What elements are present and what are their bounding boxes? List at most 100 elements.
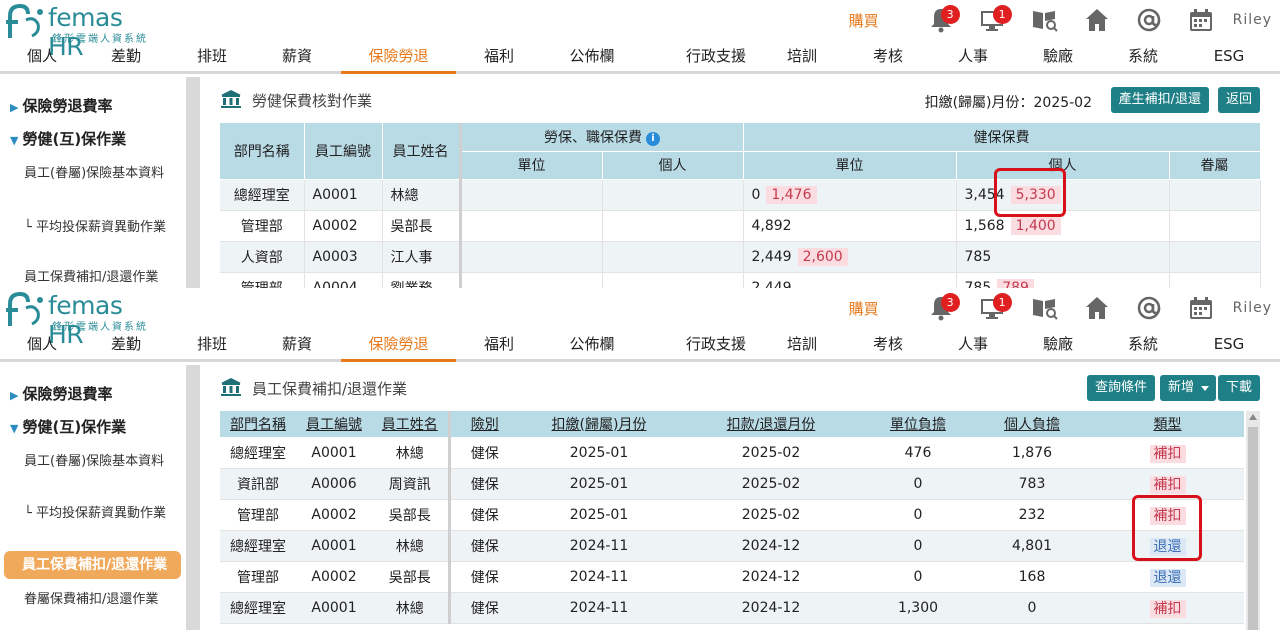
table-row[interactable]: 管理部 A0002 吳部長 4,892 1,568 1,400	[220, 210, 1261, 242]
health-unit-value: 0	[751, 186, 761, 203]
nav-benefits[interactable]: 福利	[456, 328, 542, 362]
table-row[interactable]: 管理部 A0002 吳部長 健保 2025-01 2025-02 0 232 補…	[220, 499, 1244, 531]
col-pay-month[interactable]: 扣款/退還月份	[679, 411, 863, 438]
query-conditions-button[interactable]: 查詢條件	[1086, 375, 1155, 401]
col-ins-type[interactable]: 險別	[449, 411, 519, 438]
sidebar-item-salary-change[interactable]: └ 平均投保薪資異動作業	[24, 503, 174, 524]
sidebar-item-family-adjust[interactable]: 眷屬保費補扣/退還作業	[24, 589, 174, 610]
nav-esg[interactable]: ESG	[1186, 40, 1272, 74]
cell-pay-month: 2024-12	[679, 530, 863, 562]
buy-link[interactable]: 購買	[849, 10, 879, 31]
sidebar-item-group[interactable]: ▼ 勞健(互)保作業	[10, 128, 126, 149]
nav-personnel[interactable]: 人事	[930, 328, 1016, 362]
contact-button[interactable]	[1129, 291, 1169, 325]
knowledge-search-button[interactable]	[1025, 291, 1065, 325]
nav-attendance[interactable]: 差勤	[84, 40, 168, 74]
nav-factory-audit[interactable]: 驗廠	[1015, 40, 1101, 74]
contact-button[interactable]	[1129, 3, 1169, 37]
home-button[interactable]	[1077, 3, 1117, 37]
scroll-up-icon[interactable]	[1249, 414, 1257, 420]
user-name[interactable]: Riley	[1233, 300, 1272, 316]
sidebar-item-group[interactable]: ▼ 勞健(互)保作業	[10, 416, 126, 437]
health-unit-diff: 1,476	[766, 185, 817, 204]
buy-link[interactable]: 購買	[849, 298, 879, 319]
nav-admin-support[interactable]: 行政支援	[656, 40, 776, 74]
table-row[interactable]: 總經理室 A0001 林總 健保 2024-11 2024-12 1,300 0…	[220, 592, 1244, 624]
table-row[interactable]: 總經理室 A0001 林總 健保 2024-11 2024-12 0 4,801…	[220, 530, 1244, 562]
nav-training[interactable]: 培訓	[760, 40, 844, 74]
nav-benefits[interactable]: 福利	[456, 40, 542, 74]
notifications-button[interactable]: 3	[921, 291, 961, 325]
sidebar-item-rate[interactable]: ▶ 保險勞退費率	[10, 383, 112, 404]
add-button[interactable]: 新增	[1159, 375, 1216, 401]
sidebar-scrollbar[interactable]	[186, 77, 200, 288]
nav-bulletin[interactable]: 公佈欄	[542, 328, 642, 362]
table-row[interactable]: 管理部 A0002 吳部長 健保 2024-11 2024-12 0 168 退…	[220, 561, 1244, 593]
sidebar-item-basic[interactable]: 員工(眷屬)保險基本資料	[24, 451, 174, 472]
table-row[interactable]: 管理部 A0004 劉業務 2,449 785 789	[220, 272, 1261, 288]
col-labor-group: 勞保、職保保費 i	[460, 123, 744, 152]
nav-personnel[interactable]: 人事	[930, 40, 1016, 74]
cell-dept: 總經理室	[220, 179, 305, 211]
nav-personal[interactable]: 個人	[0, 40, 84, 74]
messages-button[interactable]: 1	[973, 291, 1013, 325]
logo[interactable]: femas HR 鋒形雲端人資系統	[4, 290, 154, 349]
table-row[interactable]: 總經理室 A0001 林總 0 1,476 3,454 5,330	[220, 179, 1261, 211]
nav-personal[interactable]: 個人	[0, 328, 84, 362]
cell-health-unit: 2,449	[743, 272, 957, 288]
user-name[interactable]: Riley	[1233, 12, 1272, 28]
cell-emp-name: 江人事	[382, 241, 462, 273]
cell-labor-unit	[460, 210, 603, 242]
logo[interactable]: femas HR 鋒形雲端人資系統	[4, 2, 154, 61]
nav-system[interactable]: 系統	[1100, 328, 1186, 362]
col-emp-name[interactable]: 員工姓名	[372, 411, 451, 438]
knowledge-search-button[interactable]	[1025, 3, 1065, 37]
nav-factory-audit[interactable]: 驗廠	[1015, 328, 1101, 362]
home-button[interactable]	[1077, 291, 1117, 325]
back-button[interactable]: 返回	[1217, 87, 1260, 113]
col-deduct-month[interactable]: 扣繳(歸屬)月份	[519, 411, 679, 438]
cell-emp-no: A0001	[304, 179, 383, 211]
generate-adjust-button[interactable]: 產生補扣/退還	[1110, 87, 1209, 113]
table-scrollbar[interactable]	[1246, 411, 1260, 630]
header-tools: 購買 3 1 Riley	[849, 288, 1272, 328]
table-row[interactable]: 資訊部 A0006 周資訊 健保 2025-01 2025-02 0 783 補…	[220, 468, 1244, 500]
calendar-button[interactable]	[1181, 291, 1221, 325]
nav-appraisal[interactable]: 考核	[845, 328, 931, 362]
sidebar-item-salary-change[interactable]: └ 平均投保薪資異動作業	[24, 217, 174, 238]
nav-bulletin[interactable]: 公佈欄	[542, 40, 642, 74]
messages-button[interactable]: 1	[973, 3, 1013, 37]
nav-appraisal[interactable]: 考核	[845, 40, 931, 74]
cell-deduct-month: 2024-11	[519, 561, 679, 593]
calendar-button[interactable]	[1181, 3, 1221, 37]
nav-insurance[interactable]: 保險勞退	[341, 328, 456, 362]
col-personal-burden[interactable]: 個人負擔	[973, 411, 1091, 438]
sidebar-item-basic[interactable]: 員工(眷屬)保險基本資料	[24, 163, 174, 184]
nav-attendance[interactable]: 差勤	[84, 328, 168, 362]
nav-shift[interactable]: 排班	[170, 328, 254, 362]
info-icon[interactable]: i	[646, 131, 660, 146]
col-emp-no[interactable]: 員工編號	[296, 411, 372, 438]
col-unit-burden[interactable]: 單位負擔	[863, 411, 973, 438]
table-row[interactable]: 總經理室 A0001 林總 健保 2025-01 2025-02 476 1,8…	[220, 437, 1244, 469]
table-row[interactable]: 人資部 A0003 江人事 2,449 2,600 785	[220, 241, 1261, 273]
notifications-button[interactable]: 3	[921, 3, 961, 37]
nav-esg[interactable]: ESG	[1186, 328, 1272, 362]
col-dept[interactable]: 部門名稱	[220, 411, 296, 438]
download-button[interactable]: 下載	[1217, 375, 1260, 401]
caret-right-icon: ▶	[10, 389, 19, 402]
nav-system[interactable]: 系統	[1100, 40, 1186, 74]
nav-admin-support[interactable]: 行政支援	[656, 328, 776, 362]
scrollbar-thumb[interactable]	[1248, 427, 1258, 630]
sidebar-item-adjust[interactable]: 員工保費補扣/退還作業	[24, 267, 174, 288]
nav-payroll[interactable]: 薪資	[254, 328, 340, 362]
col-type[interactable]: 類型	[1091, 411, 1244, 438]
sidebar-item-adjust[interactable]: 員工保費補扣/退還作業	[4, 551, 181, 579]
sidebar-scrollbar[interactable]	[186, 365, 200, 630]
nav-shift[interactable]: 排班	[170, 40, 254, 74]
sidebar-item-rate[interactable]: ▶ 保險勞退費率	[10, 95, 112, 116]
cell-pay-month: 2025-02	[679, 468, 863, 500]
nav-insurance[interactable]: 保險勞退	[341, 40, 456, 74]
nav-payroll[interactable]: 薪資	[254, 40, 340, 74]
nav-training[interactable]: 培訓	[760, 328, 844, 362]
